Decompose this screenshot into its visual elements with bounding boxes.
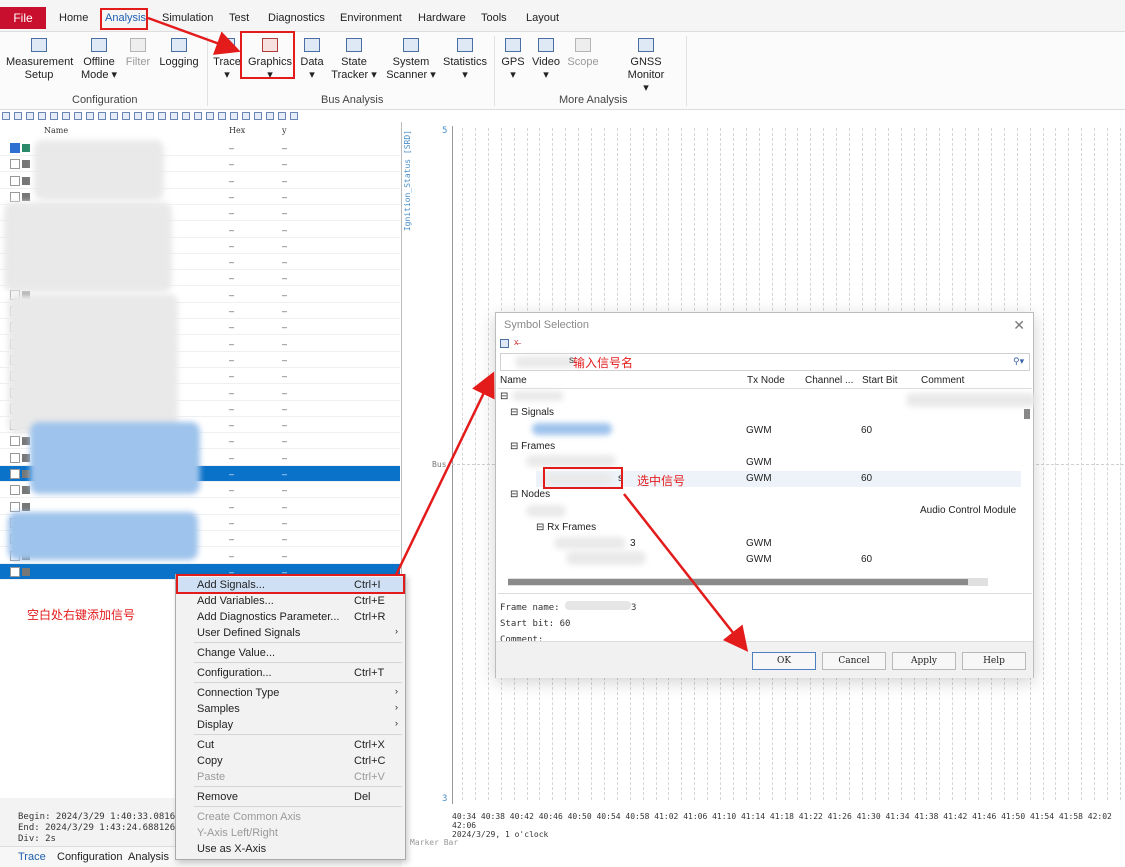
annotation-arrows [147,16,749,652]
arrow-to-graphics [147,16,241,55]
arrow-to-ok [623,493,749,652]
arrow-to-dialog [394,371,495,576]
